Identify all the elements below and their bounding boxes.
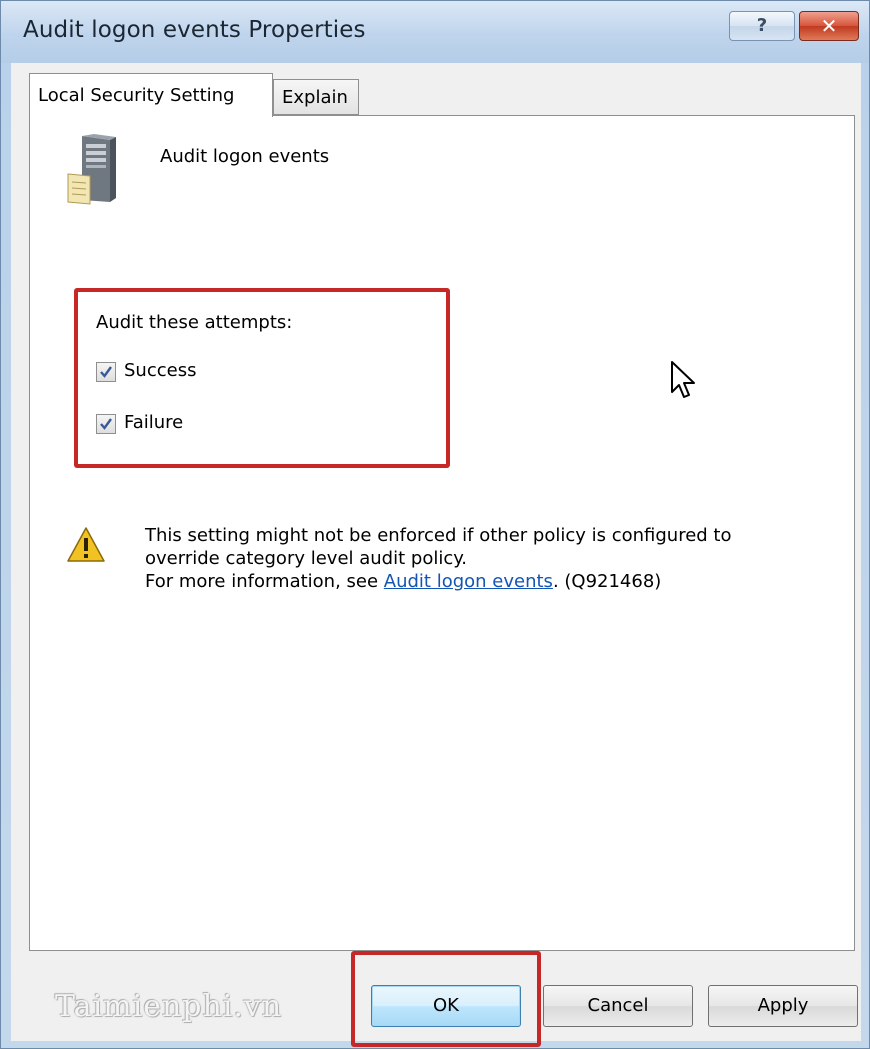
policy-name: Audit logon events (160, 146, 330, 167)
tab-explain[interactable]: Explain (273, 79, 359, 115)
warning-message: This setting might not be enforced if ot… (145, 524, 825, 593)
audit-logon-events-link[interactable]: Audit logon events (384, 571, 553, 592)
warning-line-3: For more information, see Audit logon ev… (145, 570, 825, 593)
title-bar[interactable]: Audit logon events Properties ? ✕ (1, 1, 869, 63)
apply-button[interactable]: Apply (708, 985, 858, 1027)
warning-more-info-prefix: For more information, see (145, 571, 384, 592)
cancel-button[interactable]: Cancel (543, 985, 693, 1027)
help-icon: ? (756, 15, 768, 36)
audit-options-highlight (74, 288, 450, 468)
window-title: Audit logon events Properties (23, 17, 366, 43)
warning-line-2: override category level audit policy. (145, 548, 468, 569)
close-button[interactable]: ✕ (799, 11, 859, 41)
tab-local-security-setting[interactable]: Local Security Setting (29, 73, 273, 117)
tab-panel: Audit logon events Audit these attempts:… (29, 115, 855, 951)
warning-kb-reference: . (Q921468) (552, 571, 662, 592)
dialog-client-area: Local Security Setting Explain Audit log… (11, 63, 861, 1047)
watermark-logo: Taimienphi.vn (55, 989, 283, 1024)
warning-icon (67, 527, 105, 562)
ok-button-highlight (351, 951, 541, 1047)
properties-dialog: Audit logon events Properties ? ✕ Local … (0, 0, 870, 1049)
close-icon: ✕ (820, 14, 838, 38)
help-button[interactable]: ? (729, 11, 795, 41)
server-icon (67, 134, 116, 205)
warning-line-1: This setting might not be enforced if ot… (145, 525, 732, 546)
mouse-cursor-icon (671, 361, 695, 398)
